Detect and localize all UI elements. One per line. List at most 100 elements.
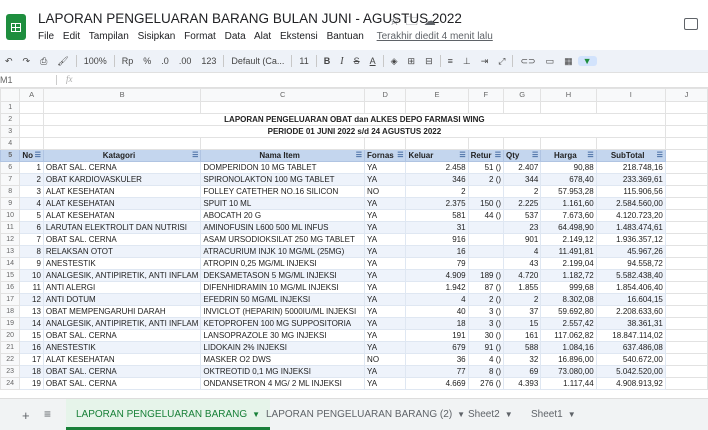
cell[interactable] (540, 137, 597, 150)
cell-subtotal[interactable]: 5.582.438,40 (595, 269, 666, 282)
cell-fornas[interactable]: YA (364, 161, 407, 174)
cell-nama-item[interactable]: ATRACURIUM INJK 10 MG/ML (25MG) (200, 245, 366, 258)
cell-subtotal[interactable]: 5.042.520,00 (595, 365, 666, 378)
cell-harga[interactable]: 1.182,72 (540, 269, 597, 282)
cell-retur[interactable]: 44 () (467, 209, 505, 222)
column-header-b[interactable]: B (42, 88, 202, 102)
menu-format[interactable]: Format (184, 31, 216, 42)
cell-retur[interactable]: 2 () (467, 293, 505, 306)
cell-nama-item[interactable]: ATROPIN 0,25 MG/ML INJEKSI (200, 257, 366, 270)
sheet-tab[interactable]: Sheet2 ▼ (468, 399, 513, 430)
cell-no[interactable]: 1 (19, 161, 44, 174)
cell-no[interactable]: 17 (19, 353, 44, 366)
cell-nama-item[interactable]: FOLLEY CATETHER NO.16 SILICON (200, 185, 366, 198)
cell-harga[interactable]: 8.302,08 (540, 293, 597, 306)
filter-icon[interactable]: ☰ (495, 151, 501, 161)
column-header-i[interactable]: I (595, 88, 666, 102)
menu-help[interactable]: Bantuan (327, 31, 364, 42)
cell-retur[interactable]: 2 () (467, 173, 505, 186)
cell-kategori[interactable]: ALAT KESEHATAN (42, 209, 202, 222)
cell-no[interactable]: 13 (19, 305, 44, 318)
cell-kategori[interactable]: ANTI ALERGI (42, 281, 202, 294)
header-qty[interactable]: Qty ☰ (503, 149, 542, 162)
row-number[interactable]: 15 (0, 269, 21, 282)
row-number[interactable]: 1 (0, 101, 21, 114)
cell-qty[interactable]: 2.407 (503, 161, 542, 174)
cell[interactable] (664, 137, 708, 150)
cell-nama-item[interactable]: AMINOFUSIN L600 500 ML INFUS (200, 221, 366, 234)
cell-kategori[interactable]: OBAT MEMPENGARUHI DARAH (42, 305, 202, 318)
cell-subtotal[interactable]: 4.120.723,20 (595, 209, 666, 222)
cell[interactable] (664, 113, 708, 126)
cell-keluar[interactable]: 16 (405, 245, 469, 258)
row-number[interactable]: 17 (0, 293, 21, 306)
cell[interactable] (540, 101, 597, 114)
cell-no[interactable]: 14 (19, 317, 44, 330)
row-number[interactable]: 19 (0, 317, 21, 330)
cell[interactable] (595, 101, 666, 114)
cell-no[interactable]: 5 (19, 209, 44, 222)
cell-fornas[interactable]: NO (364, 353, 407, 366)
insert-chart-icon[interactable]: ▦ (559, 56, 578, 67)
cell-keluar[interactable]: 346 (405, 173, 469, 186)
header-nama-item[interactable]: Nama Item ☰ (200, 149, 366, 162)
cell[interactable] (664, 209, 708, 222)
cell-qty[interactable]: 588 (503, 341, 542, 354)
cell-qty[interactable]: 23 (503, 221, 542, 234)
cell-qty[interactable]: 32 (503, 353, 542, 366)
header-subtotal[interactable]: SubTotal ☰ (595, 149, 666, 162)
chevron-down-icon[interactable]: ▼ (505, 410, 513, 419)
cell-kategori[interactable]: OBAT SAL. CERNA (42, 377, 202, 390)
cell-keluar[interactable]: 1.942 (405, 281, 469, 294)
cell-subtotal[interactable]: 2.208.633,60 (595, 305, 666, 318)
cell-no[interactable]: 12 (19, 293, 44, 306)
cell-no[interactable]: 2 (19, 173, 44, 186)
row-number[interactable]: 22 (0, 353, 21, 366)
cell-retur[interactable]: 8 () (467, 365, 505, 378)
cell-harga[interactable]: 678,40 (540, 173, 597, 186)
zoom-select[interactable]: 100% (79, 56, 112, 66)
header-fornas[interactable]: Fornas ☰ (364, 149, 407, 162)
cell-nama-item[interactable]: DOMPERIDON 10 MG TABLET (200, 161, 366, 174)
cell-harga[interactable]: 73.080,00 (540, 365, 597, 378)
text-wrap-icon[interactable]: ⇥ (476, 56, 494, 67)
cell-keluar[interactable]: 916 (405, 233, 469, 246)
cell-retur[interactable]: 150 () (467, 197, 505, 210)
cell-keluar[interactable]: 4 (405, 293, 469, 306)
cell-retur[interactable] (467, 257, 505, 270)
cell-retur[interactable]: 189 () (467, 269, 505, 282)
cell-subtotal[interactable]: 38.361,31 (595, 317, 666, 330)
row-number[interactable]: 4 (0, 137, 21, 150)
cell[interactable] (664, 365, 708, 378)
cell[interactable] (595, 137, 666, 150)
cell[interactable] (19, 101, 44, 114)
cell[interactable] (42, 137, 202, 150)
star-icon[interactable]: ☆ (389, 14, 406, 28)
cell[interactable] (664, 245, 708, 258)
cell-harga[interactable]: 57.953,28 (540, 185, 597, 198)
column-header-g[interactable]: G (503, 88, 542, 102)
cell[interactable] (503, 101, 542, 114)
cell[interactable] (19, 125, 44, 138)
cell[interactable] (200, 101, 366, 114)
cell-keluar[interactable]: 581 (405, 209, 469, 222)
column-header-e[interactable]: E (405, 88, 469, 102)
move-folder-icon[interactable]: 🗀 (406, 14, 424, 28)
more-formats-button[interactable]: 123 (196, 56, 221, 66)
cell-subtotal[interactable]: 45.967,26 (595, 245, 666, 258)
sheet-tab[interactable]: LAPORAN PENGELUARAN BARANG ▼ (66, 399, 271, 430)
cell-keluar[interactable]: 191 (405, 329, 469, 342)
cell-kategori[interactable]: OBAT SAL. CERNA (42, 329, 202, 342)
font-select[interactable]: Default (Ca... (226, 56, 289, 66)
cell-subtotal[interactable]: 115.906,56 (595, 185, 666, 198)
row-number[interactable]: 7 (0, 173, 21, 186)
cell-no[interactable]: 6 (19, 221, 44, 234)
cell-nama-item[interactable]: ABOCATH 20 G (200, 209, 366, 222)
cell-fornas[interactable]: YA (364, 329, 407, 342)
cell-kategori[interactable]: OBAT SAL. CERNA (42, 233, 202, 246)
filter-icon[interactable]: ☰ (192, 151, 198, 161)
cell-qty[interactable]: 344 (503, 173, 542, 186)
cell-nama-item[interactable]: ONDANSETRON 4 MG/ 2 ML INJEKSI (200, 377, 366, 390)
cell-subtotal[interactable]: 16.604,15 (595, 293, 666, 306)
cell[interactable] (664, 281, 708, 294)
